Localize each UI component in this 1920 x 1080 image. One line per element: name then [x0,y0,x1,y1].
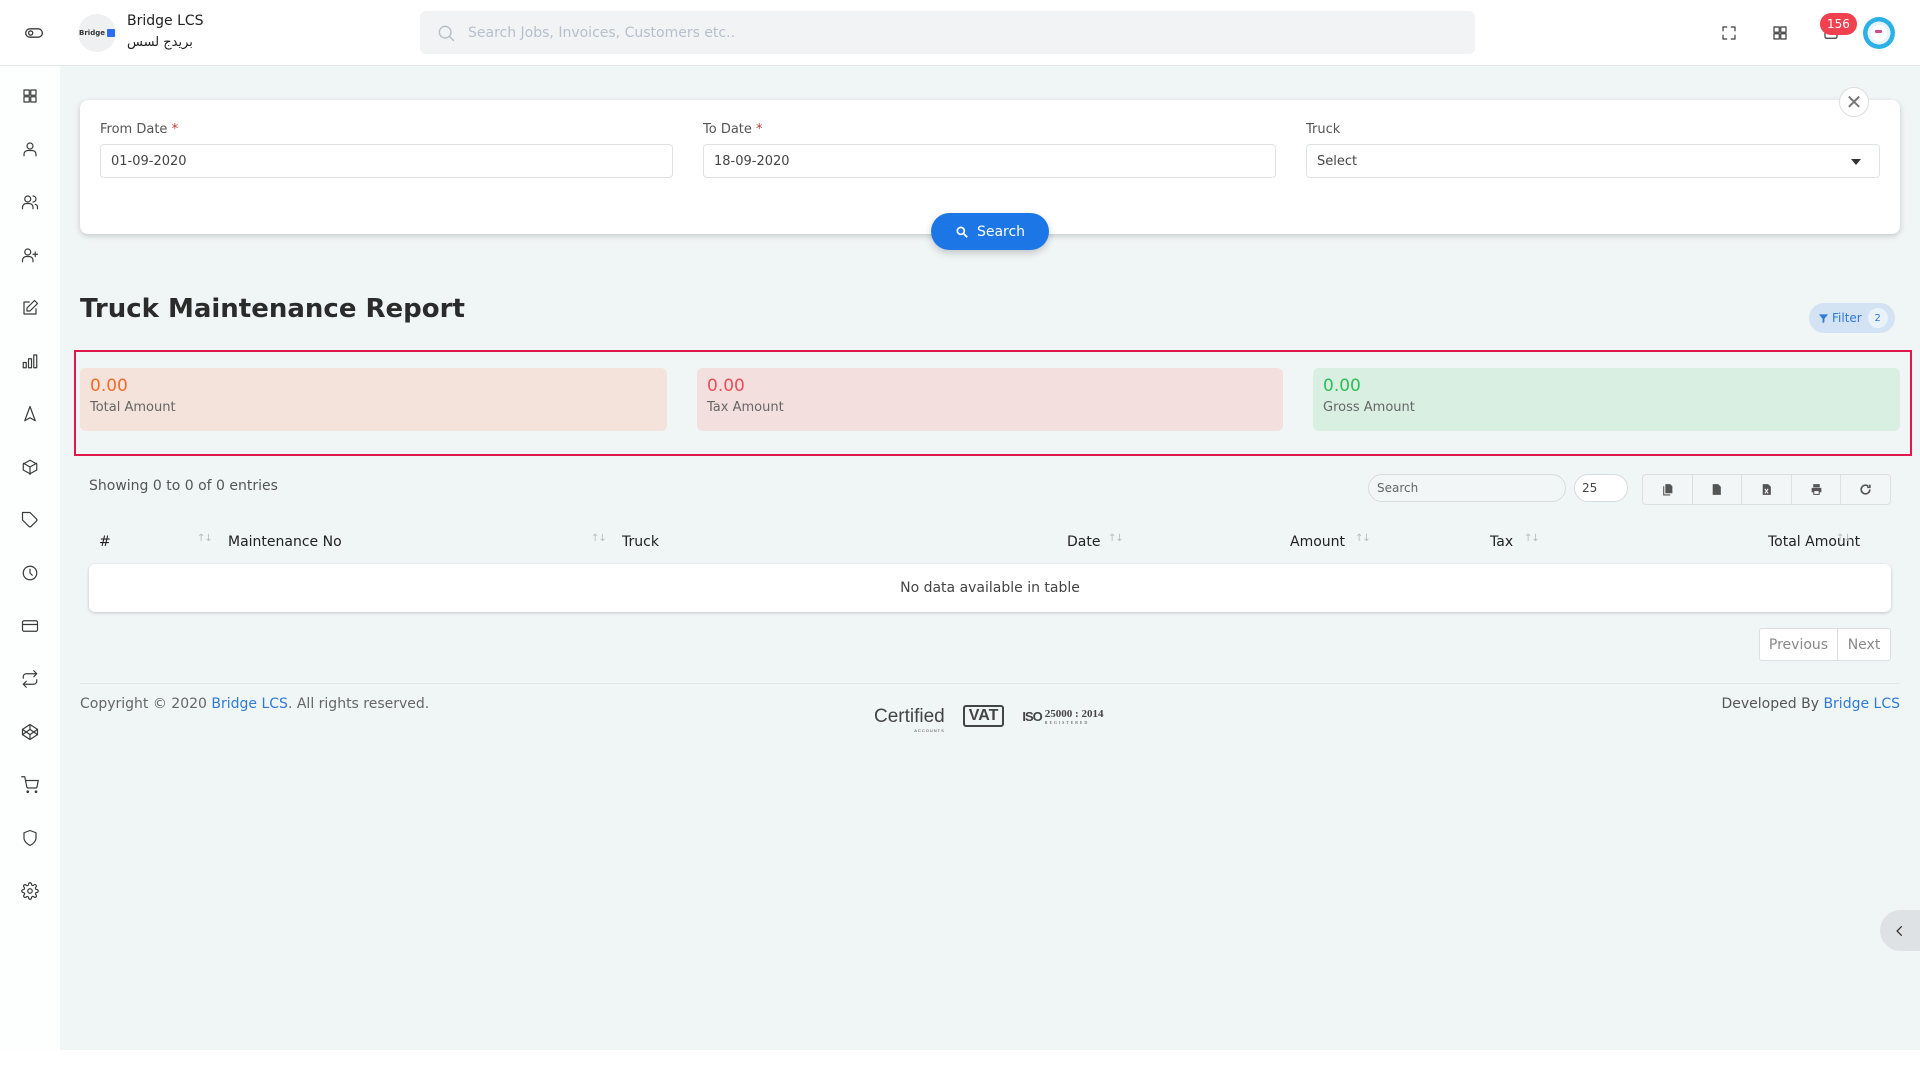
tax-amount-card: 0.00 Tax Amount [697,368,1283,431]
settings-icon[interactable] [14,875,46,907]
user-icon[interactable] [14,133,46,165]
chevron-down-icon [1851,159,1861,165]
fullscreen-icon[interactable] [1713,17,1745,49]
filter-button[interactable]: Filter 2 [1809,303,1895,333]
notification-badge: 156 [1820,13,1857,35]
footer-developed-by: Developed By Bridge LCS [1721,696,1901,712]
shopping-cart-icon[interactable] [14,769,46,801]
toggle-icon[interactable] [18,17,50,49]
entries-info: Showing 0 to 0 of 0 entries [89,478,278,494]
developer-link[interactable]: Bridge LCS [1823,696,1900,712]
column-header-number[interactable]: # [99,534,111,550]
global-search-input[interactable] [468,24,1368,41]
credit-card-icon[interactable] [14,610,46,642]
to-date-field[interactable]: 18-09-2020 [703,144,1276,178]
sort-icon[interactable]: ↑↓ [1355,533,1371,544]
navigation-icon[interactable] [14,398,46,430]
sort-icon[interactable]: ↑↓ [197,533,213,544]
iso-logo: ISO 25000 : 2014 REGISTERED [1022,707,1104,725]
truck-label: Truck [1306,122,1341,137]
column-header-tax[interactable]: Tax [1490,534,1513,550]
edit-icon[interactable] [14,292,46,324]
print-icon [1811,484,1821,495]
users-icon[interactable] [14,186,46,218]
sort-icon[interactable]: ↑↓ [591,533,607,544]
refresh-button[interactable] [1841,475,1890,504]
refresh-icon [1860,484,1871,495]
certified-accounts-logo: Certified ACCOUNTS [874,705,945,733]
page-title: Truck Maintenance Report [80,294,465,324]
gross-amount-label: Gross Amount [1323,400,1415,415]
total-amount-value: 0.00 [90,376,128,396]
chevron-left-icon [1896,925,1903,936]
to-date-label: To Date * [703,122,763,137]
gross-amount-card: 0.00 Gross Amount [1313,368,1900,431]
apps-grid-icon[interactable] [1764,17,1796,49]
filter-icon [1818,313,1829,323]
brand-name: Bridge LCS [127,13,204,29]
table-search-input[interactable] [1368,474,1566,502]
filter-count-badge: 2 [1867,308,1888,328]
global-search[interactable] [420,11,1475,54]
print-button[interactable] [1792,475,1842,504]
excel-icon [1762,484,1771,495]
next-page-button[interactable]: Next [1838,629,1890,660]
footer-divider [80,683,1900,684]
export-toolbar [1642,474,1891,505]
truck-select-value: Select [1317,153,1358,169]
csv-button[interactable] [1693,475,1743,504]
codepen-icon[interactable] [14,716,46,748]
search-button[interactable]: Search [931,213,1049,250]
from-date-field[interactable]: 01-09-2020 [100,144,673,178]
avatar[interactable] [1863,17,1895,49]
copy-button[interactable] [1643,475,1693,504]
sort-icon[interactable]: ↑↓ [1524,533,1540,544]
search-icon [436,23,456,43]
sidebar [0,66,60,1050]
search-icon [956,225,968,238]
page-length-select[interactable]: 25 [1574,474,1628,502]
column-header-truck[interactable]: Truck [622,534,659,550]
repeat-icon[interactable] [14,663,46,695]
column-header-amount[interactable]: Amount [1290,534,1345,550]
column-header-date[interactable]: Date [1067,534,1100,550]
excel-button[interactable] [1742,475,1792,504]
column-header-maintenance-no[interactable]: Maintenance No [228,534,342,550]
tax-amount-label: Tax Amount [707,400,784,415]
previous-page-button[interactable]: Previous [1760,629,1838,660]
truck-select[interactable]: Select [1306,144,1880,178]
shield-icon[interactable] [14,822,46,854]
certification-logos: Certified ACCOUNTS VAT ISO 25000 : 2014 RE… [874,705,1104,733]
brand-logo[interactable]: Bridge [78,14,116,52]
close-button[interactable]: ✕ [1839,87,1869,117]
csv-icon [1713,484,1722,495]
brand-name-arabic: بريدج لسس [127,35,193,50]
bar-chart-icon[interactable] [14,345,46,377]
copy-icon [1662,484,1673,496]
tag-icon[interactable] [14,504,46,536]
tax-amount-value: 0.00 [707,376,745,396]
total-amount-label: Total Amount [90,400,176,415]
from-date-label: From Date * [100,122,179,137]
footer-copyright: Copyright © 2020 Bridge LCS. All rights … [80,696,430,712]
package-icon[interactable] [14,451,46,483]
copyright-link[interactable]: Bridge LCS [211,696,288,712]
sort-icon[interactable]: ↑↓ [1836,533,1852,544]
clock-icon[interactable] [14,557,46,589]
top-header: Bridge Bridge LCS بريدج لسس 156 [0,0,1920,66]
side-panel-toggle[interactable] [1880,910,1920,951]
dashboard-icon[interactable] [14,80,46,112]
user-plus-icon[interactable] [14,239,46,271]
empty-table-row: No data available in table [89,564,1891,612]
pagination: Previous Next [1759,628,1891,661]
gross-amount-value: 0.00 [1323,376,1361,396]
total-amount-card: 0.00 Total Amount [80,368,667,431]
vat-logo: VAT [962,705,1005,727]
sort-icon[interactable]: ↑↓ [1108,533,1124,544]
